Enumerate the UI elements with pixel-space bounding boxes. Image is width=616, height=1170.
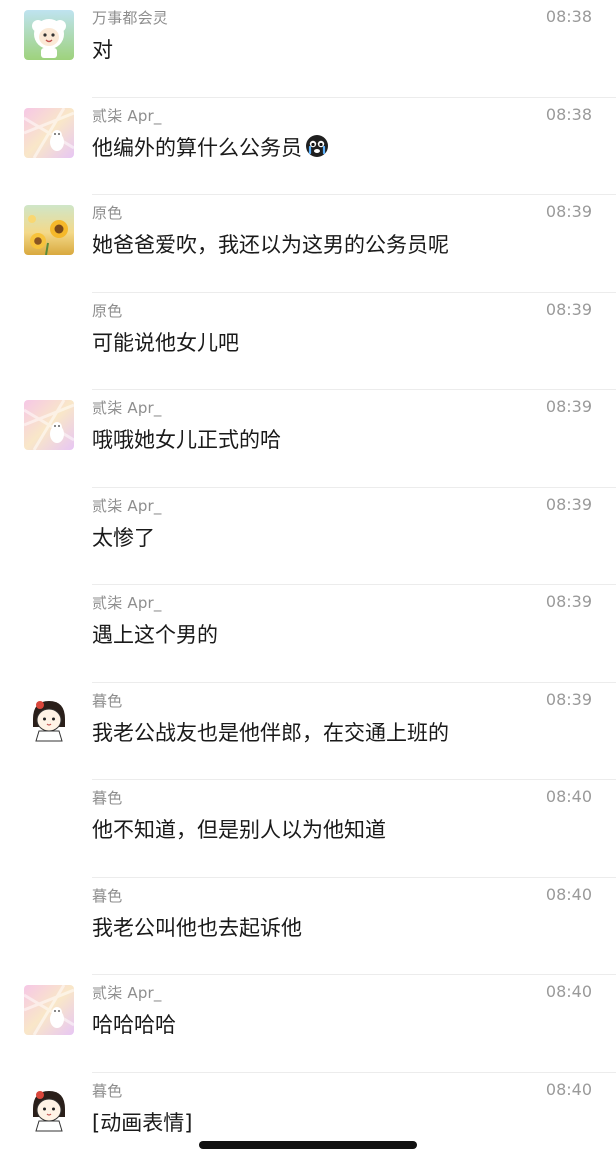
doodle-girl-avatar[interactable] (24, 693, 74, 743)
message-text[interactable]: 她爸爸爱吹，我还以为这男的公务员呢 (92, 229, 449, 259)
sender-name: 暮色 (92, 885, 122, 906)
message-row[interactable]: 万事都会灵 08:38 对 (0, 0, 616, 98)
pink-cartoon-avatar[interactable] (24, 400, 74, 450)
message-row[interactable]: 暮色 08:40 他不知道，但是别人以为他知道 (0, 780, 616, 878)
sender-name: 贰柒 Apr_ (92, 397, 162, 418)
message-time: 08:40 (546, 982, 592, 1001)
message-time: 08:38 (546, 7, 592, 26)
sender-name: 原色 (92, 202, 122, 223)
crying-face-icon (305, 134, 329, 163)
message-row[interactable]: 贰柒 Apr_ 08:38 他编外的算什么公务员 (0, 98, 616, 196)
message-row[interactable]: 暮色 08:40 我老公叫他也去起诉他 (0, 878, 616, 976)
message-text[interactable]: 哦哦她女儿正式的哈 (92, 424, 281, 454)
sender-name: 暮色 (92, 1080, 122, 1101)
message-text[interactable]: 可能说他女儿吧 (92, 327, 239, 357)
sender-name: 贰柒 Apr_ (92, 592, 162, 613)
sender-name: 暮色 (92, 787, 122, 808)
message-text[interactable]: 太惨了 (92, 522, 155, 552)
home-indicator[interactable] (199, 1141, 417, 1149)
sheep-avatar[interactable] (24, 10, 74, 60)
message-text[interactable]: 我老公战友也是他伴郎，在交通上班的 (92, 717, 449, 747)
doodle-girl-avatar[interactable] (24, 1083, 74, 1133)
sender-name: 万事都会灵 (92, 7, 168, 28)
message-text[interactable]: 我老公叫他也去起诉他 (92, 912, 302, 942)
chat-message-list: 万事都会灵 08:38 对 贰柒 Apr_ 08:38 他编外的算什么公务员 (0, 0, 616, 1170)
message-text[interactable]: 遇上这个男的 (92, 619, 218, 649)
sender-name: 原色 (92, 300, 122, 321)
message-time: 08:38 (546, 105, 592, 124)
message-time: 08:39 (546, 202, 592, 221)
sunflower-avatar[interactable] (24, 205, 74, 255)
message-text-content: 他编外的算什么公务员 (92, 136, 302, 160)
message-row[interactable]: 贰柒 Apr_ 08:39 太惨了 (0, 488, 616, 586)
message-row[interactable]: 贰柒 Apr_ 08:40 哈哈哈哈 (0, 975, 616, 1073)
message-time: 08:39 (546, 495, 592, 514)
pink-cartoon-avatar[interactable] (24, 985, 74, 1035)
message-row[interactable]: 原色 08:39 可能说他女儿吧 (0, 293, 616, 391)
message-text[interactable]: 他不知道，但是别人以为他知道 (92, 814, 386, 844)
message-time: 08:39 (546, 300, 592, 319)
message-text[interactable]: 对 (92, 34, 113, 64)
message-time: 08:40 (546, 1080, 592, 1099)
sender-name: 贰柒 Apr_ (92, 105, 162, 126)
pink-cartoon-avatar[interactable] (24, 108, 74, 158)
message-row[interactable]: 贰柒 Apr_ 08:39 遇上这个男的 (0, 585, 616, 683)
message-row[interactable]: 原色 08:39 她爸爸爱吹，我还以为这男的公务员呢 (0, 195, 616, 293)
sender-name: 贰柒 Apr_ (92, 982, 162, 1003)
sender-name: 贰柒 Apr_ (92, 495, 162, 516)
message-row[interactable]: 贰柒 Apr_ 08:39 哦哦她女儿正式的哈 (0, 390, 616, 488)
message-time: 08:40 (546, 885, 592, 904)
message-text[interactable]: 哈哈哈哈 (92, 1009, 176, 1039)
sender-name: 暮色 (92, 690, 122, 711)
message-row[interactable]: 暮色 08:40 [动画表情] (0, 1073, 616, 1170)
message-time: 08:39 (546, 592, 592, 611)
message-text[interactable]: 他编外的算什么公务员 (92, 132, 329, 163)
message-time: 08:40 (546, 787, 592, 806)
message-time: 08:39 (546, 397, 592, 416)
message-row[interactable]: 暮色 08:39 我老公战友也是他伴郎，在交通上班的 (0, 683, 616, 781)
message-text[interactable]: [动画表情] (92, 1107, 192, 1137)
message-time: 08:39 (546, 690, 592, 709)
